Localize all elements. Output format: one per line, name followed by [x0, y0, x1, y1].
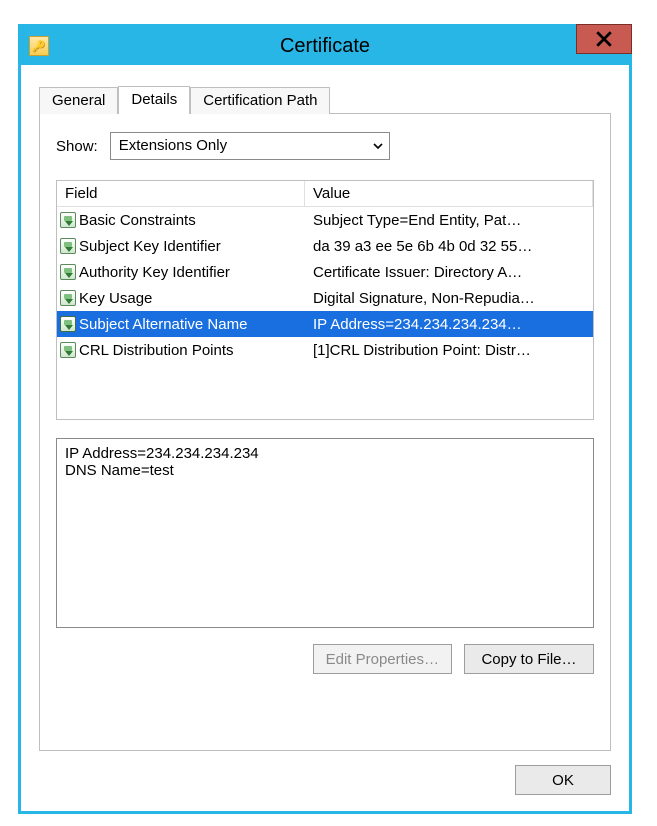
extensions-list[interactable]: Field Value Basic ConstraintsSubject Typ… [56, 180, 594, 420]
client-area: General Details Certification Path Show:… [21, 65, 629, 811]
dialog-button-row: OK [39, 765, 611, 795]
list-row[interactable]: Key UsageDigital Signature, Non-Repudia… [57, 285, 593, 311]
column-field[interactable]: Field [57, 181, 305, 206]
show-filter-row: Show: Extensions Only [56, 132, 594, 160]
show-label: Show: [56, 138, 98, 155]
list-row[interactable]: Subject Key Identifierda 39 a3 ee 5e 6b … [57, 233, 593, 259]
list-row-value: IP Address=234.234.234.234… [305, 316, 593, 333]
list-row[interactable]: CRL Distribution Points[1]CRL Distributi… [57, 337, 593, 363]
list-header[interactable]: Field Value [57, 181, 593, 207]
extension-icon [57, 290, 79, 306]
list-row-field: CRL Distribution Points [79, 342, 305, 359]
close-icon [595, 30, 613, 48]
list-row[interactable]: Authority Key IdentifierCertificate Issu… [57, 259, 593, 285]
window-title: Certificate [21, 35, 629, 58]
extension-icon [57, 264, 79, 280]
list-row-field: Basic Constraints [79, 212, 305, 229]
list-row-value: [1]CRL Distribution Point: Distr… [305, 342, 593, 359]
detail-button-row: Edit Properties… Copy to File… [56, 644, 594, 674]
tab-details[interactable]: Details [118, 86, 190, 114]
titlebar[interactable]: 🔑 Certificate [21, 27, 629, 65]
extension-icon [57, 238, 79, 254]
list-row[interactable]: Basic ConstraintsSubject Type=End Entity… [57, 207, 593, 233]
show-dropdown[interactable]: Extensions Only [110, 132, 390, 160]
details-panel: Show: Extensions Only Field Value Basic … [39, 113, 611, 751]
close-button[interactable] [576, 24, 632, 54]
list-row[interactable]: Subject Alternative NameIP Address=234.2… [57, 311, 593, 337]
tab-certification-path[interactable]: Certification Path [190, 87, 330, 114]
ok-button[interactable]: OK [515, 765, 611, 795]
extension-icon [57, 342, 79, 358]
list-row-value: Subject Type=End Entity, Pat… [305, 212, 593, 229]
list-body: Basic ConstraintsSubject Type=End Entity… [57, 207, 593, 363]
copy-to-file-button[interactable]: Copy to File… [464, 644, 594, 674]
edit-properties-button: Edit Properties… [313, 644, 452, 674]
column-value[interactable]: Value [305, 181, 593, 206]
list-row-field: Key Usage [79, 290, 305, 307]
show-dropdown-value: Extensions Only [110, 132, 390, 160]
list-row-value: Certificate Issuer: Directory A… [305, 264, 593, 281]
list-row-field: Subject Alternative Name [79, 316, 305, 333]
list-row-value: da 39 a3 ee 5e 6b 4b 0d 32 55… [305, 238, 593, 255]
tab-general[interactable]: General [39, 87, 118, 114]
extension-detail-text[interactable]: IP Address=234.234.234.234 DNS Name=test [56, 438, 594, 628]
tab-strip: General Details Certification Path [39, 83, 611, 113]
extension-icon [57, 212, 79, 228]
list-row-value: Digital Signature, Non-Repudia… [305, 290, 593, 307]
certificate-icon: 🔑 [29, 36, 49, 56]
extension-icon [57, 316, 79, 332]
list-row-field: Authority Key Identifier [79, 264, 305, 281]
certificate-window: 🔑 Certificate General Details Certificat… [18, 24, 632, 814]
list-row-field: Subject Key Identifier [79, 238, 305, 255]
